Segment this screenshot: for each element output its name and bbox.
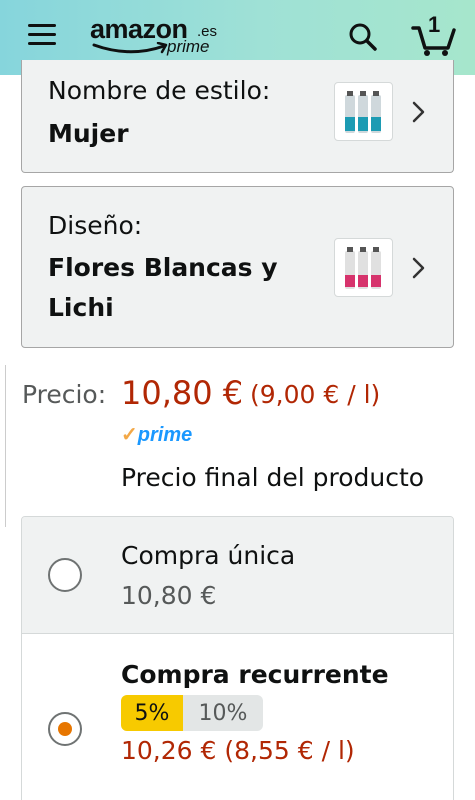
- logo-prime: prime: [167, 37, 210, 56]
- one-time-purchase-option[interactable]: Compra única 10,80 €: [22, 517, 453, 634]
- prime-text: prime: [137, 424, 193, 446]
- style-label: Nombre de estilo:: [48, 76, 271, 105]
- style-value: Mujer: [48, 119, 129, 148]
- side-divider: [0, 365, 6, 527]
- menu-icon[interactable]: [28, 24, 56, 46]
- one-time-price: 10,80 €: [121, 581, 217, 610]
- search-icon[interactable]: [348, 22, 378, 52]
- price-label: Precio:: [22, 380, 107, 409]
- cart-count: 1: [428, 12, 441, 37]
- logo-smile-icon: [92, 42, 168, 54]
- discount-10-button[interactable]: 10%: [183, 695, 263, 731]
- chevron-right-icon: [412, 101, 425, 123]
- prime-badge: ✓prime: [121, 422, 192, 447]
- recurring-radio[interactable]: [48, 712, 82, 746]
- amazon-prime-logo[interactable]: amazon .es prime: [90, 14, 230, 60]
- recurring-price: 10,26 € (8,55 € / l): [121, 736, 355, 765]
- price-value: 10,80 €: [121, 374, 244, 412]
- one-time-title: Compra única: [121, 541, 296, 570]
- price-per-unit: (9,00 € / l): [250, 380, 381, 409]
- discount-5-button[interactable]: 5%: [121, 695, 183, 731]
- one-time-radio[interactable]: [48, 558, 82, 592]
- recurring-title: Compra recurrente: [121, 660, 389, 689]
- price-final-note: Precio final del producto: [121, 463, 425, 492]
- design-value: Flores Blancas y Lichi: [48, 253, 278, 322]
- product-thumbnail-icon: [345, 247, 381, 289]
- design-label: Diseño:: [48, 211, 143, 240]
- purchase-options: Compra única 10,80 € Compra recurrente 1…: [21, 516, 454, 800]
- prime-check-icon: ✓: [121, 424, 138, 446]
- cart-button[interactable]: 1: [410, 12, 458, 58]
- design-selector[interactable]: Diseño: Flores Blancas y Lichi: [21, 186, 454, 348]
- design-thumbnail: [334, 238, 393, 297]
- product-thumbnail-icon: [345, 91, 381, 133]
- style-selector[interactable]: Nombre de estilo: Mujer: [21, 60, 454, 173]
- style-thumbnail: [334, 82, 393, 141]
- chevron-right-icon: [412, 257, 425, 279]
